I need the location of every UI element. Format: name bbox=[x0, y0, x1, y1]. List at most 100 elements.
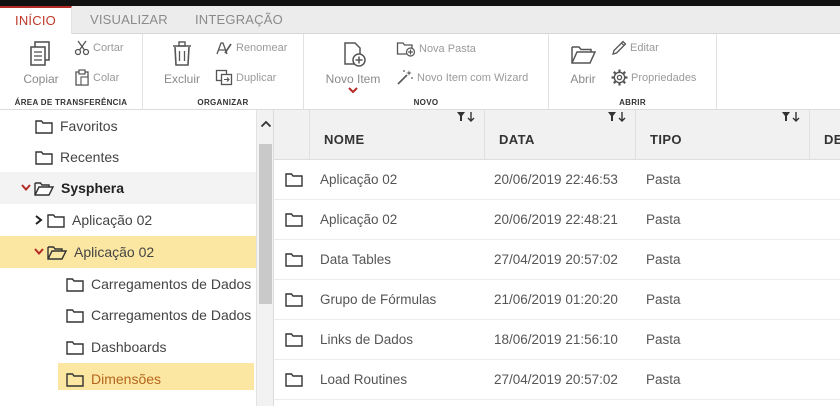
tree-item-recentes[interactable]: Recentes bbox=[0, 141, 256, 173]
paste-label: Colar bbox=[93, 71, 120, 84]
row-name: Data Tables bbox=[320, 252, 392, 267]
new-item-icon bbox=[344, 42, 366, 67]
organize-group: Excluir Renomear Duplicar ORGANIZAR bbox=[143, 34, 304, 110]
chevron-right-icon[interactable] bbox=[33, 214, 45, 226]
rename-label: Renomear bbox=[236, 42, 288, 54]
copy-button[interactable]: Copiar bbox=[20, 40, 62, 86]
grid-header: NOME DATA TIPO DE bbox=[274, 110, 840, 160]
row-type: Pasta bbox=[646, 172, 681, 187]
duplicate-icon bbox=[215, 69, 233, 86]
clipboard-icon bbox=[75, 69, 89, 86]
row-name: Links de Dados bbox=[320, 332, 414, 347]
filter-sort-icon[interactable] bbox=[607, 111, 629, 123]
new-folder-button[interactable]: Nova Pasta bbox=[396, 40, 476, 57]
chevron-down-icon[interactable] bbox=[33, 247, 45, 257]
row-name: Aplicação 02 bbox=[320, 212, 398, 227]
magic-wand-icon bbox=[397, 70, 413, 85]
clipboard-group-title: ÁREA DE TRANSFERÊNCIA bbox=[14, 98, 128, 107]
edit-button[interactable]: Editar bbox=[611, 40, 659, 56]
tree-item-label: Carregamentos de Dados no bbox=[91, 276, 256, 292]
row-date: 18/06/2019 21:56:10 bbox=[494, 332, 618, 347]
folder-icon bbox=[66, 277, 84, 292]
row-type: Pasta bbox=[646, 292, 681, 307]
tree-item-sysphera[interactable]: Sysphera bbox=[0, 172, 256, 204]
row-type: Pasta bbox=[646, 252, 681, 267]
folder-icon bbox=[285, 173, 303, 187]
tree-item-label: Dashboards bbox=[91, 339, 167, 355]
folder-open-icon bbox=[571, 46, 597, 64]
row-type: Pasta bbox=[646, 212, 681, 227]
tree-item-aplicacao-02-collapsed[interactable]: Aplicação 02 bbox=[0, 204, 256, 236]
edit-label: Editar bbox=[630, 42, 659, 54]
trash-icon bbox=[173, 41, 191, 66]
column-header-de[interactable]: DE bbox=[810, 110, 840, 160]
new-wizard-button[interactable]: Novo Item com Wizard bbox=[396, 69, 528, 86]
pencil-icon bbox=[612, 40, 627, 55]
rename-icon bbox=[216, 42, 232, 55]
table-row[interactable]: Load Routines 27/04/2019 20:57:02 Pasta bbox=[274, 360, 840, 400]
column-header-nome[interactable]: NOME bbox=[310, 110, 485, 160]
new-folder-label: Nova Pasta bbox=[419, 42, 476, 55]
tree-scrollbar[interactable] bbox=[256, 110, 274, 406]
gear-icon bbox=[611, 69, 628, 86]
paste-button[interactable]: Colar bbox=[74, 69, 119, 86]
row-date: 20/06/2019 22:48:21 bbox=[494, 212, 618, 227]
folder-icon bbox=[47, 213, 65, 228]
chevron-down-icon bbox=[348, 87, 358, 94]
row-name: Load Routines bbox=[320, 372, 408, 387]
row-date: 27/04/2019 20:57:02 bbox=[494, 252, 618, 267]
tab-integracao[interactable]: INTEGRAÇÃO bbox=[195, 6, 283, 34]
column-header-data[interactable]: DATA bbox=[485, 110, 636, 160]
folder-icon bbox=[285, 253, 303, 267]
filter-sort-icon[interactable] bbox=[456, 111, 478, 123]
chevron-up-icon[interactable] bbox=[260, 118, 272, 130]
delete-button[interactable]: Excluir bbox=[161, 40, 203, 86]
row-date: 21/06/2019 01:20:20 bbox=[494, 292, 618, 307]
open-button[interactable]: Abrir bbox=[567, 40, 599, 86]
tree-item-aplicacao-02-expanded[interactable]: Aplicação 02 bbox=[0, 236, 256, 268]
cut-button[interactable]: Cortar bbox=[74, 40, 124, 56]
column-title: DATA bbox=[499, 132, 535, 147]
table-row[interactable]: Aplicação 02 20/06/2019 22:46:53 Pasta bbox=[274, 160, 840, 200]
row-type: Pasta bbox=[646, 372, 681, 387]
tree-item-label: Carregamentos de Dados no bbox=[91, 307, 256, 323]
tab-inicio[interactable]: INÍCIO bbox=[0, 6, 72, 34]
open-group-title: ABRIR bbox=[619, 98, 646, 107]
new-folder-icon bbox=[396, 42, 416, 57]
delete-label: Excluir bbox=[163, 72, 200, 86]
folder-icon bbox=[66, 372, 84, 387]
column-title: NOME bbox=[324, 132, 365, 147]
scrollbar-thumb[interactable] bbox=[259, 144, 272, 304]
clipboard-group: Copiar Cortar Colar ÁREA DE TRANSFERÊNCI… bbox=[0, 34, 143, 110]
tree-item-label: Aplicação 02 bbox=[74, 244, 155, 260]
row-name: Grupo de Fórmulas bbox=[320, 292, 437, 307]
table-row[interactable]: Data Tables 27/04/2019 20:57:02 Pasta bbox=[274, 240, 840, 280]
tree-item-carregamentos-1[interactable]: Carregamentos de Dados no bbox=[0, 268, 256, 300]
tree-item-dashboards[interactable]: Dashboards bbox=[0, 331, 256, 363]
tree-item-favoritos[interactable]: Favoritos bbox=[0, 110, 256, 142]
copy-label: Copiar bbox=[23, 72, 59, 86]
table-row[interactable]: Aplicação 02 20/06/2019 22:48:21 Pasta bbox=[274, 200, 840, 240]
filter-sort-icon[interactable] bbox=[781, 111, 803, 123]
duplicate-button[interactable]: Duplicar bbox=[215, 69, 276, 86]
table-row[interactable]: Links de Dados 18/06/2019 21:56:10 Pasta bbox=[274, 320, 840, 360]
tree-item-carregamentos-2[interactable]: Carregamentos de Dados no bbox=[0, 299, 256, 331]
folder-icon bbox=[35, 119, 53, 134]
tree-item-label: Sysphera bbox=[61, 180, 125, 196]
table-row[interactable]: Grupo de Fórmulas 21/06/2019 01:20:20 Pa… bbox=[274, 280, 840, 320]
tree-item-label: Favoritos bbox=[60, 118, 118, 134]
chevron-down-icon[interactable] bbox=[20, 183, 32, 193]
folder-icon bbox=[66, 308, 84, 323]
grid-header-icon-col bbox=[274, 110, 310, 160]
organize-group-title: ORGANIZAR bbox=[197, 98, 249, 107]
new-item-button[interactable]: Novo Item bbox=[322, 40, 384, 99]
ribbon: Copiar Cortar Colar ÁREA DE TRANSFERÊNCI… bbox=[0, 34, 840, 110]
tab-visualizar[interactable]: VISUALIZAR bbox=[90, 6, 168, 34]
column-header-tipo[interactable]: TIPO bbox=[636, 110, 810, 160]
column-title: TIPO bbox=[650, 132, 682, 147]
duplicate-label: Duplicar bbox=[236, 71, 277, 84]
new-group: Novo Item Nova Pasta Novo Item com Wizar… bbox=[304, 34, 549, 110]
properties-button[interactable]: Propriedades bbox=[611, 69, 696, 86]
tree-item-dimensoes[interactable]: Dimensões bbox=[0, 363, 256, 395]
rename-button[interactable]: Renomear bbox=[215, 40, 287, 56]
